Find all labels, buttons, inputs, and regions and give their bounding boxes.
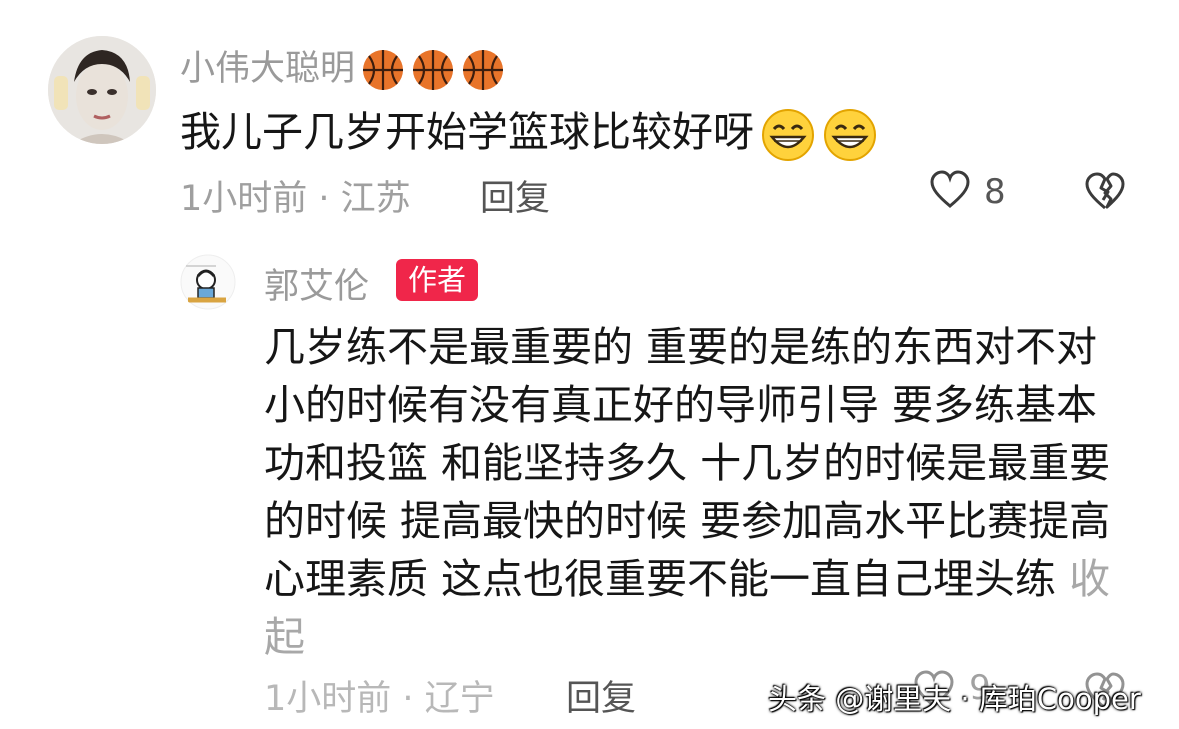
comment-username-row: 小伟大聪明 [180,40,505,92]
reply-meta: 1小时前 · 辽宁 [264,679,495,719]
dislike-button[interactable] [1082,170,1128,218]
comment-username[interactable]: 小伟大聪明 [180,49,355,89]
basketball-icon [361,48,405,92]
comment-text-row: 我儿子几岁开始学篮球比较好呀 [180,98,878,163]
author-avatar[interactable] [180,254,236,310]
like-button[interactable]: 8 [928,168,1006,216]
author-badge: 作者 [396,259,479,301]
grin-emoji-icon [760,107,816,163]
reply-button[interactable]: 回复 [566,670,636,721]
user-avatar[interactable] [48,36,156,144]
like-count: 8 [984,172,1006,212]
author-username[interactable]: 郭艾伦 [264,258,369,309]
comment-meta: 1小时前 · 江苏 [180,179,411,219]
basketball-icon [411,48,455,92]
heart-icon [928,168,972,216]
grin-emoji-icon [822,107,878,163]
reply-text: 几岁练不是最重要的 重要的是练的东西对不对 小的时候有没有真正好的导师引导 要多… [264,323,1111,603]
watermark: 头条 @谢里夫 · 库珀Cooper [768,682,1141,716]
reply-button[interactable]: 回复 [480,170,550,221]
broken-heart-icon [1082,172,1128,218]
reply-text-block: 几岁练不是最重要的 重要的是练的东西对不对 小的时候有没有真正好的导师引导 要多… [264,318,1124,666]
comment-text: 我儿子几岁开始学篮球比较好呀 [180,108,754,156]
basketball-icon [461,48,505,92]
